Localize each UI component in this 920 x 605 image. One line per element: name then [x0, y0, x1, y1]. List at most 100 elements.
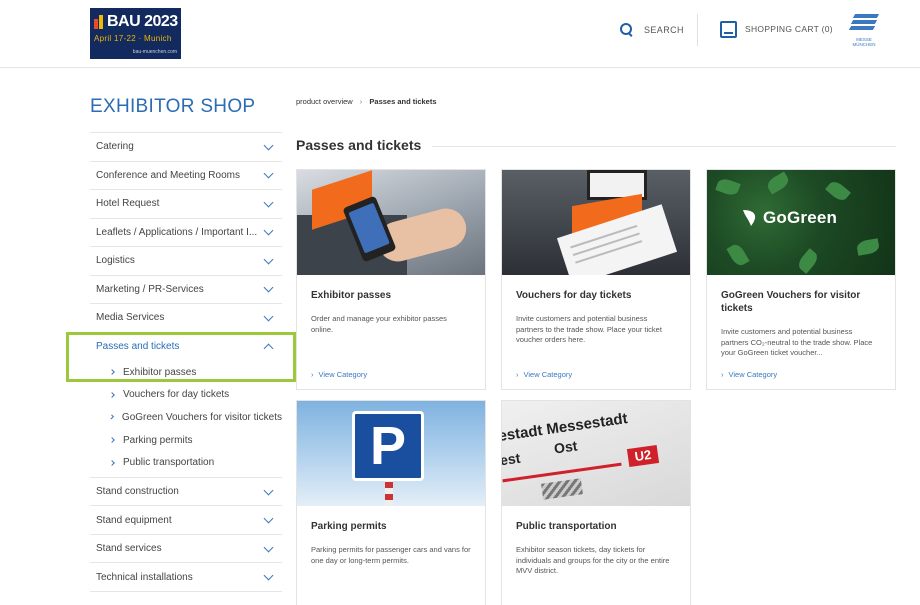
- sidebar-item-label: Passes and tickets: [96, 341, 180, 353]
- subcategory-exhibitor-passes[interactable]: Exhibitor passes: [90, 361, 282, 384]
- chevron-down-icon: [263, 225, 274, 236]
- sidebar-item-stand-construction[interactable]: Stand construction: [90, 478, 282, 507]
- category-card-exhibitor-passes[interactable]: Exhibitor passes Order and manage your e…: [296, 169, 486, 390]
- vouchers-day-tickets-image: [502, 170, 690, 275]
- sidebar-item-label: Conference and Meeting Rooms: [96, 169, 240, 181]
- sidebar-item-label: Technical installations: [96, 571, 193, 583]
- chevron-down-icon: [263, 570, 274, 581]
- sidebar-item-marketing[interactable]: Marketing / PR-Services: [90, 276, 282, 304]
- sidebar-item-stand-services[interactable]: Stand services: [90, 535, 282, 564]
- sidebar-item-technical-installations[interactable]: Technical installations: [90, 563, 282, 592]
- sidebar-item-label: Catering: [96, 141, 134, 153]
- sidebar-item-label: Leaflets / Applications / Important I...: [96, 226, 258, 238]
- page-title: Passes and tickets: [296, 137, 422, 153]
- sidebar-item-conference[interactable]: Conference and Meeting Rooms: [90, 162, 282, 190]
- subcategory-parking-permits[interactable]: Parking permits: [90, 429, 282, 452]
- u2-line-badge: U2: [626, 445, 660, 467]
- category-card-parking-permits[interactable]: P Parking permits Parking permits for pa…: [296, 400, 486, 605]
- view-category-link[interactable]: View Category: [311, 370, 368, 379]
- station-sign-line-2: Ost: [553, 437, 579, 457]
- breadcrumb: product overview › Passes and tickets: [296, 97, 437, 106]
- sidebar-item-label: Media Services: [96, 312, 165, 324]
- bau-2023-logo[interactable]: BAU 2023 April 17-22 · Munich bau-muench…: [90, 8, 181, 59]
- parking-permits-image: P: [297, 401, 485, 506]
- chevron-down-icon: [263, 168, 274, 179]
- chevron-right-icon: [109, 415, 114, 420]
- view-category-link[interactable]: View Category: [516, 370, 573, 379]
- sidebar-item-label: Marketing / PR-Services: [96, 283, 204, 295]
- sidebar-item-stand-equipment[interactable]: Stand equipment: [90, 506, 282, 535]
- category-sidebar: Catering Conference and Meeting Rooms Ho…: [90, 132, 282, 592]
- chevron-right-icon: [109, 392, 115, 398]
- search-label: SEARCH: [644, 25, 684, 35]
- logo-title: BAU 2023: [107, 13, 178, 30]
- sidebar-item-leaflets[interactable]: Leaflets / Applications / Important I...: [90, 219, 282, 247]
- category-card-gogreen-vouchers[interactable]: GoGreen GoGreen Vouchers for visitor tic…: [706, 169, 896, 390]
- card-title: Vouchers for day tickets: [516, 290, 632, 301]
- station-sign-line-3: est: [502, 449, 522, 469]
- sidebar-item-passes-and-tickets[interactable]: Passes and tickets: [90, 333, 282, 362]
- sidebar-item-label: Stand services: [96, 543, 162, 555]
- view-category-link[interactable]: View Category: [721, 370, 778, 379]
- card-description: Exhibitor season tickets, day tickets fo…: [516, 545, 670, 575]
- sidebar-item-label: Stand equipment: [96, 514, 172, 526]
- gogreen-image: GoGreen: [707, 170, 895, 275]
- subcategory-public-transportation[interactable]: Public transportation: [90, 451, 282, 474]
- cart-icon: [720, 20, 737, 38]
- card-description: Parking permits for passenger cars and v…: [311, 545, 471, 565]
- subcategory-gogreen-vouchers[interactable]: GoGreen Vouchers for visitor tickets: [90, 406, 282, 429]
- chevron-down-icon: [263, 485, 274, 496]
- card-title: Parking permits: [311, 521, 387, 532]
- chevron-down-icon: [263, 140, 274, 151]
- breadcrumb-product-overview[interactable]: product overview: [296, 97, 353, 106]
- chevron-right-icon: [109, 437, 115, 443]
- sidebar-item-media[interactable]: Media Services: [90, 304, 282, 333]
- sidebar-item-label: Stand construction: [96, 486, 179, 498]
- gogreen-image-text: GoGreen: [763, 208, 838, 227]
- messe-muenchen-logo[interactable]: MESSE MÜNCHEN: [846, 10, 882, 50]
- gogreen-leaf-icon: [743, 210, 756, 226]
- subcategory-label: Public transportation: [123, 457, 215, 469]
- title-rule: [432, 146, 896, 147]
- card-title: Public transportation: [516, 521, 617, 532]
- chevron-down-icon: [263, 513, 274, 524]
- card-description: Order and manage your exhibitor passes o…: [311, 314, 447, 334]
- card-description: Invite customers and potential business …: [516, 314, 662, 344]
- search-button[interactable]: SEARCH: [620, 20, 684, 40]
- cart-label: SHOPPING CART (0): [745, 24, 833, 34]
- sidebar-item-label: Logistics: [96, 255, 135, 267]
- chevron-down-icon: [263, 311, 274, 322]
- chevron-down-icon: [263, 282, 274, 293]
- exhibitor-shop-title: EXHIBITOR SHOP: [90, 96, 256, 117]
- parking-sign: P: [352, 411, 424, 481]
- chevron-right-icon: [109, 369, 115, 376]
- card-description: Invite customers and potential business …: [721, 327, 873, 357]
- shopping-cart-button[interactable]: SHOPPING CART (0): [720, 18, 833, 40]
- sidebar-item-logistics[interactable]: Logistics: [90, 247, 282, 276]
- messe-label: MESSE MÜNCHEN: [852, 37, 876, 47]
- sidebar-item-label: Hotel Request: [96, 198, 160, 210]
- chevron-down-icon: [263, 197, 274, 208]
- logo-dates: April 17-22 · Munich: [94, 34, 172, 43]
- chevron-down-icon: [263, 254, 274, 265]
- subcategory-label: Parking permits: [123, 434, 193, 446]
- logo-url: bau-muenchen.com: [132, 49, 177, 55]
- card-title: GoGreen Vouchers for visitor tickets: [721, 290, 861, 314]
- category-card-public-transportation[interactable]: estadt Messestadt Ost est U2 Public tran…: [501, 400, 691, 605]
- subcategory-label: Exhibitor passes: [123, 366, 197, 378]
- exhibitor-passes-image: [297, 170, 485, 275]
- breadcrumb-separator: ›: [359, 97, 363, 106]
- header-divider: [697, 14, 698, 46]
- sidebar-item-catering[interactable]: Catering: [90, 133, 282, 162]
- chevron-down-icon: [263, 542, 274, 553]
- card-title: Exhibitor passes: [311, 290, 392, 301]
- subcategory-label: GoGreen Vouchers for visitor tickets: [121, 411, 282, 423]
- subcategory-vouchers-day-tickets[interactable]: Vouchers for day tickets: [90, 384, 282, 407]
- search-icon: [620, 23, 634, 37]
- category-card-vouchers-day-tickets[interactable]: Vouchers for day tickets Invite customer…: [501, 169, 691, 390]
- bau-logo-icon: [94, 15, 104, 29]
- public-transportation-image: estadt Messestadt Ost est U2: [502, 401, 690, 506]
- sidebar-item-hotel[interactable]: Hotel Request: [90, 190, 282, 219]
- site-header: BAU 2023 April 17-22 · Munich bau-muench…: [0, 0, 920, 68]
- chevron-up-icon: [263, 343, 274, 354]
